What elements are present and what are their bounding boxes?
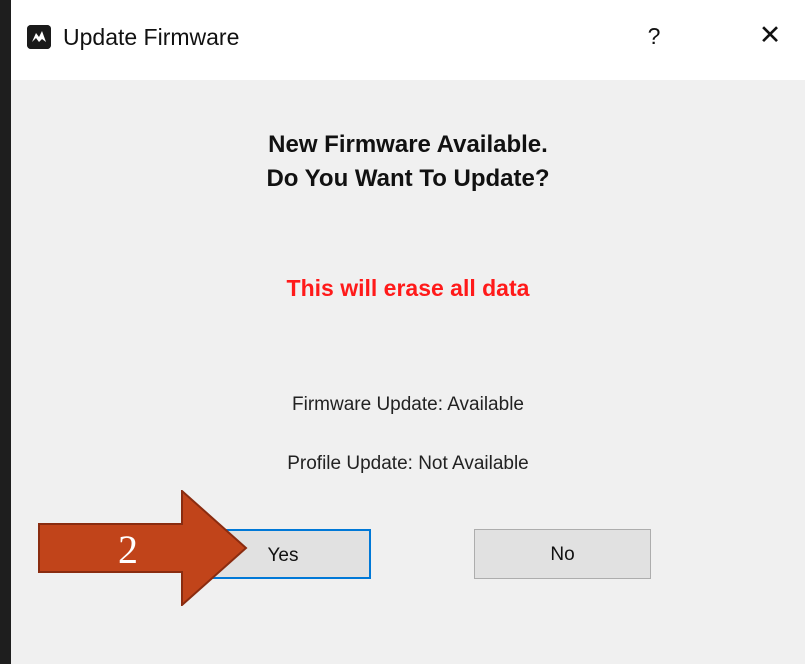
annotation-step-number: 2 <box>118 527 138 572</box>
profile-update-status: Profile Update: Not Available <box>287 453 529 474</box>
no-button[interactable]: No <box>474 529 651 579</box>
erase-warning: This will erase all data <box>286 275 530 301</box>
background-window-edge <box>0 0 11 664</box>
help-button[interactable]: ? <box>632 16 676 56</box>
app-logo-icon <box>27 25 51 49</box>
window-title: Update Firmware <box>63 24 240 50</box>
message-line-1: New Firmware Available. <box>268 131 548 158</box>
firmware-update-status: Firmware Update: Available <box>292 394 524 415</box>
message-line-2: Do You Want To Update? <box>266 165 550 192</box>
title-bar: Update Firmware ? ✕ <box>11 0 805 80</box>
close-button[interactable]: ✕ <box>747 14 793 56</box>
